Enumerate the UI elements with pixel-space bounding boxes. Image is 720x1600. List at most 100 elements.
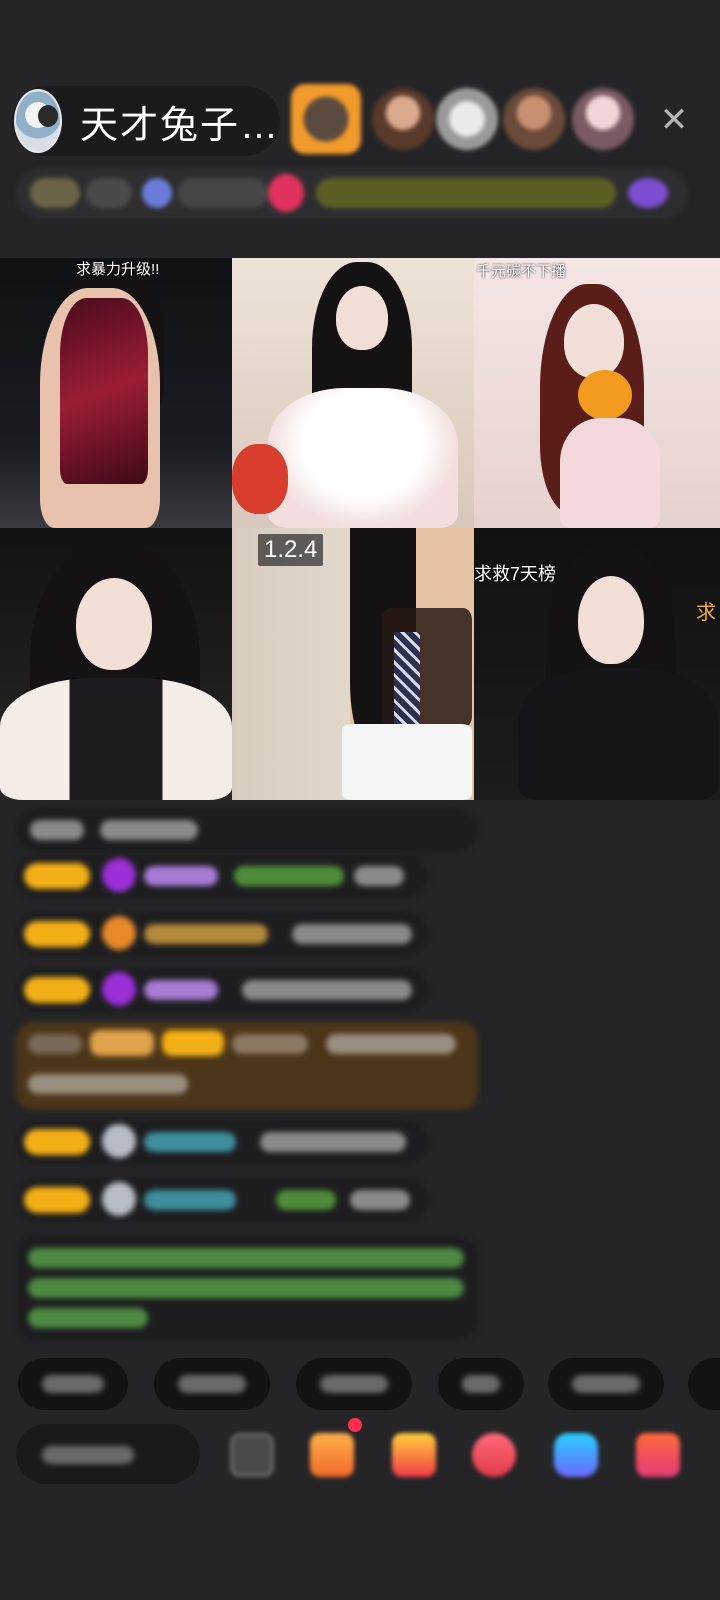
system-notice	[16, 1236, 478, 1340]
video-tile-2[interactable]	[232, 258, 474, 528]
host-avatar[interactable]	[14, 89, 62, 153]
black-turtleneck	[518, 668, 718, 800]
more-badge-icon[interactable]	[628, 178, 668, 208]
chat-message[interactable]	[16, 968, 428, 1012]
fan-badge-icon	[102, 916, 136, 950]
chat-username[interactable]	[144, 980, 218, 1000]
gem-icon	[102, 972, 136, 1006]
comment-input[interactable]	[16, 1424, 200, 1484]
quick-chip[interactable]	[688, 1358, 720, 1410]
chat-message[interactable]	[16, 912, 428, 956]
user-level-badge	[162, 1030, 224, 1056]
room-badges-bar[interactable]	[16, 168, 688, 218]
chat-text	[354, 866, 404, 886]
chat-text	[260, 1132, 406, 1152]
badge-label	[86, 178, 132, 208]
performer-face	[336, 286, 388, 350]
white-skirt	[342, 724, 472, 800]
live-room-screen: 天才兔子… ✕ 求暴力升级!! 千元碳不下播 1.2.4 求救7天榜 求	[0, 0, 720, 1600]
viewer-avatar[interactable]	[572, 88, 634, 150]
chat-text	[276, 1190, 336, 1210]
performer-face	[578, 576, 644, 664]
chat-username[interactable]	[144, 924, 268, 944]
quick-chip[interactable]	[548, 1358, 664, 1410]
chat-message[interactable]	[16, 1178, 428, 1222]
system-text	[28, 1248, 464, 1268]
chat-message[interactable]	[16, 1120, 428, 1164]
chat-username[interactable]	[144, 1132, 236, 1152]
gift-badge	[90, 1030, 154, 1056]
quick-chip[interactable]	[438, 1358, 524, 1410]
badge-icon	[142, 178, 172, 208]
chat-username[interactable]	[144, 1190, 236, 1210]
system-text	[28, 1278, 464, 1298]
close-icon[interactable]: ✕	[654, 100, 694, 140]
tile-number-badge: 1.2.4	[258, 534, 324, 566]
quick-chip[interactable]	[296, 1358, 412, 1410]
pk-icon[interactable]	[472, 1433, 516, 1477]
chat-text	[28, 1074, 188, 1094]
emoji-icon[interactable]	[230, 1433, 274, 1477]
chat-message[interactable]	[16, 854, 428, 898]
chat-text	[292, 924, 412, 944]
video-tile-5[interactable]: 1.2.4	[232, 528, 474, 800]
system-text	[28, 1308, 148, 1328]
tile-caption: 求暴力升级!!	[76, 261, 160, 278]
user-level-badge	[24, 1129, 90, 1155]
video-tile-6[interactable]: 求救7天榜 求	[474, 528, 720, 800]
chat-username[interactable]	[232, 1034, 308, 1054]
tile-caption: 千元碳不下播	[476, 263, 567, 280]
ranking-banner[interactable]	[316, 178, 616, 208]
user-level-badge	[24, 977, 90, 1003]
sequin-dress	[60, 298, 148, 484]
video-grid: 求暴力升级!! 千元碳不下播 1.2.4 求救7天榜 求	[0, 258, 720, 800]
video-tile-4[interactable]	[0, 528, 232, 800]
user-level-badge	[24, 863, 90, 889]
chip-label	[320, 1375, 388, 1393]
gift-message[interactable]	[16, 1022, 478, 1110]
performer-face	[564, 304, 624, 378]
chip-label	[462, 1375, 500, 1393]
badge-label	[178, 178, 268, 208]
viewer-avatar[interactable]	[291, 84, 361, 154]
chat-username[interactable]	[144, 866, 218, 886]
comment-placeholder	[42, 1446, 134, 1464]
quick-chip[interactable]	[154, 1358, 270, 1410]
user-avatar	[102, 1124, 136, 1158]
video-tile-3[interactable]: 千元碳不下播	[474, 258, 720, 528]
chat-text	[350, 1190, 410, 1210]
pink-top	[560, 418, 660, 528]
gem-icon	[102, 858, 136, 892]
gift-box-icon[interactable]	[392, 1433, 436, 1477]
tile-side-caption: 求	[696, 602, 716, 624]
host-name[interactable]: 天才兔子…	[80, 94, 280, 149]
viewer-avatar[interactable]	[372, 88, 434, 150]
viewer-avatar[interactable]	[436, 88, 498, 150]
tile-caption: 求救7天榜	[474, 564, 557, 584]
chat-text	[30, 820, 84, 840]
chat-text	[326, 1034, 456, 1054]
chat-text	[242, 980, 412, 1000]
heart-icon[interactable]	[268, 174, 304, 212]
chip-label	[42, 1375, 104, 1393]
rank-badge[interactable]	[30, 178, 80, 208]
quick-chip[interactable]	[18, 1358, 128, 1410]
plush-toy	[232, 444, 288, 514]
gift-icon[interactable]	[636, 1433, 680, 1477]
chat-message[interactable]	[16, 808, 478, 852]
host-info-pill[interactable]: 天才兔子…	[12, 86, 280, 156]
chat-text	[234, 866, 344, 886]
user-avatar	[102, 1182, 136, 1216]
performer-outfit	[0, 678, 232, 800]
video-tile-1[interactable]: 求暴力升级!!	[0, 258, 232, 528]
viewer-avatar[interactable]	[503, 88, 565, 150]
chip-label	[572, 1375, 640, 1393]
game-icon[interactable]	[554, 1433, 598, 1477]
chat-text	[28, 1034, 82, 1054]
notification-dot	[348, 1418, 362, 1432]
white-dress	[268, 388, 458, 528]
chip-label	[178, 1375, 246, 1393]
user-level-badge	[24, 921, 90, 947]
face-sticker	[578, 370, 632, 420]
shop-icon[interactable]	[310, 1433, 354, 1477]
